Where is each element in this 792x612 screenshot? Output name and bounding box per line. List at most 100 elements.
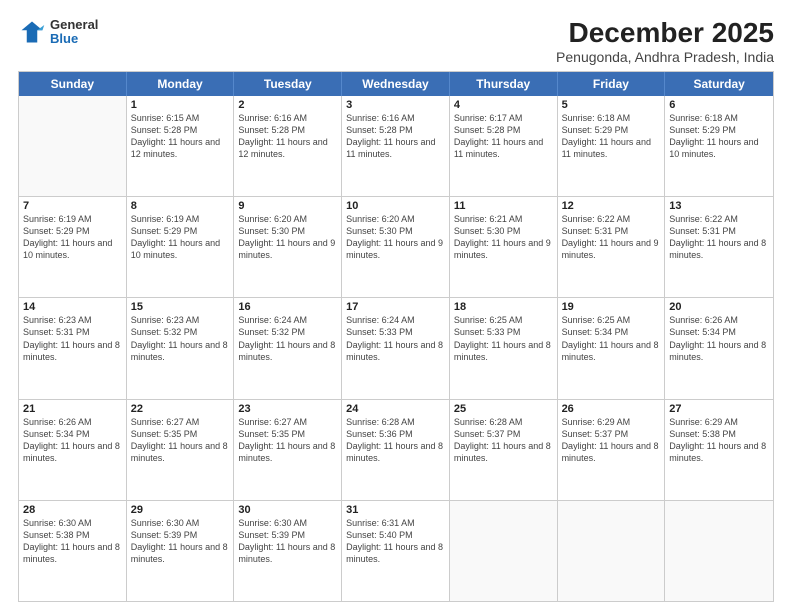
daylight-text: Daylight: 11 hours and 8 minutes. — [454, 440, 553, 464]
calendar-cell-1: 1Sunrise: 6:15 AMSunset: 5:28 PMDaylight… — [127, 96, 235, 196]
calendar: Sunday Monday Tuesday Wednesday Thursday… — [18, 71, 774, 602]
sunset-text: Sunset: 5:39 PM — [131, 529, 230, 541]
sunset-text: Sunset: 5:34 PM — [23, 428, 122, 440]
daylight-text: Daylight: 11 hours and 9 minutes. — [346, 237, 445, 261]
sunset-text: Sunset: 5:32 PM — [131, 326, 230, 338]
location: Penugonda, Andhra Pradesh, India — [556, 49, 774, 65]
calendar-cell-11: 11Sunrise: 6:21 AMSunset: 5:30 PMDayligh… — [450, 197, 558, 297]
daylight-text: Daylight: 11 hours and 8 minutes. — [454, 339, 553, 363]
sunset-text: Sunset: 5:37 PM — [562, 428, 661, 440]
calendar-cell-8: 8Sunrise: 6:19 AMSunset: 5:29 PMDaylight… — [127, 197, 235, 297]
calendar-row-4: 21Sunrise: 6:26 AMSunset: 5:34 PMDayligh… — [19, 399, 773, 500]
header-saturday: Saturday — [665, 72, 773, 96]
sunset-text: Sunset: 5:30 PM — [346, 225, 445, 237]
day-number: 31 — [346, 504, 445, 516]
calendar-cell-23: 23Sunrise: 6:27 AMSunset: 5:35 PMDayligh… — [234, 400, 342, 500]
page: General Blue December 2025 Penugonda, An… — [0, 0, 792, 612]
calendar-cell-22: 22Sunrise: 6:27 AMSunset: 5:35 PMDayligh… — [127, 400, 235, 500]
calendar-cell-10: 10Sunrise: 6:20 AMSunset: 5:30 PMDayligh… — [342, 197, 450, 297]
sunrise-text: Sunrise: 6:17 AM — [454, 112, 553, 124]
logo-icon — [18, 18, 46, 46]
calendar-cell-19: 19Sunrise: 6:25 AMSunset: 5:34 PMDayligh… — [558, 298, 666, 398]
sunrise-text: Sunrise: 6:29 AM — [562, 416, 661, 428]
calendar-cell-empty-4-6 — [665, 501, 773, 601]
calendar-cell-2: 2Sunrise: 6:16 AMSunset: 5:28 PMDaylight… — [234, 96, 342, 196]
sunrise-text: Sunrise: 6:29 AM — [669, 416, 769, 428]
daylight-text: Daylight: 11 hours and 8 minutes. — [238, 541, 337, 565]
sunset-text: Sunset: 5:36 PM — [346, 428, 445, 440]
sunrise-text: Sunrise: 6:21 AM — [454, 213, 553, 225]
sunrise-text: Sunrise: 6:16 AM — [238, 112, 337, 124]
header-thursday: Thursday — [450, 72, 558, 96]
calendar-cell-9: 9Sunrise: 6:20 AMSunset: 5:30 PMDaylight… — [234, 197, 342, 297]
calendar-cell-30: 30Sunrise: 6:30 AMSunset: 5:39 PMDayligh… — [234, 501, 342, 601]
daylight-text: Daylight: 11 hours and 8 minutes. — [346, 440, 445, 464]
day-number: 30 — [238, 504, 337, 516]
calendar-cell-6: 6Sunrise: 6:18 AMSunset: 5:29 PMDaylight… — [665, 96, 773, 196]
calendar-row-3: 14Sunrise: 6:23 AMSunset: 5:31 PMDayligh… — [19, 297, 773, 398]
sunset-text: Sunset: 5:28 PM — [454, 124, 553, 136]
sunrise-text: Sunrise: 6:19 AM — [23, 213, 122, 225]
daylight-text: Daylight: 11 hours and 8 minutes. — [669, 237, 769, 261]
daylight-text: Daylight: 11 hours and 12 minutes. — [238, 136, 337, 160]
day-number: 10 — [346, 200, 445, 212]
calendar-cell-14: 14Sunrise: 6:23 AMSunset: 5:31 PMDayligh… — [19, 298, 127, 398]
day-number: 24 — [346, 403, 445, 415]
logo: General Blue — [18, 18, 98, 47]
calendar-cell-4: 4Sunrise: 6:17 AMSunset: 5:28 PMDaylight… — [450, 96, 558, 196]
sunrise-text: Sunrise: 6:25 AM — [454, 314, 553, 326]
day-number: 21 — [23, 403, 122, 415]
daylight-text: Daylight: 11 hours and 8 minutes. — [23, 440, 122, 464]
sunrise-text: Sunrise: 6:27 AM — [131, 416, 230, 428]
sunset-text: Sunset: 5:29 PM — [562, 124, 661, 136]
day-number: 18 — [454, 301, 553, 313]
header-friday: Friday — [558, 72, 666, 96]
day-number: 23 — [238, 403, 337, 415]
day-number: 26 — [562, 403, 661, 415]
sunrise-text: Sunrise: 6:31 AM — [346, 517, 445, 529]
sunrise-text: Sunrise: 6:28 AM — [346, 416, 445, 428]
day-number: 19 — [562, 301, 661, 313]
calendar-cell-28: 28Sunrise: 6:30 AMSunset: 5:38 PMDayligh… — [19, 501, 127, 601]
calendar-body: 1Sunrise: 6:15 AMSunset: 5:28 PMDaylight… — [19, 96, 773, 601]
sunrise-text: Sunrise: 6:18 AM — [562, 112, 661, 124]
day-number: 8 — [131, 200, 230, 212]
sunset-text: Sunset: 5:40 PM — [346, 529, 445, 541]
header-tuesday: Tuesday — [234, 72, 342, 96]
sunset-text: Sunset: 5:35 PM — [238, 428, 337, 440]
day-number: 3 — [346, 99, 445, 111]
title-block: December 2025 Penugonda, Andhra Pradesh,… — [556, 18, 774, 65]
daylight-text: Daylight: 11 hours and 8 minutes. — [23, 541, 122, 565]
sunset-text: Sunset: 5:30 PM — [238, 225, 337, 237]
sunset-text: Sunset: 5:28 PM — [131, 124, 230, 136]
sunset-text: Sunset: 5:32 PM — [238, 326, 337, 338]
sunrise-text: Sunrise: 6:16 AM — [346, 112, 445, 124]
day-number: 12 — [562, 200, 661, 212]
daylight-text: Daylight: 11 hours and 8 minutes. — [669, 339, 769, 363]
calendar-cell-16: 16Sunrise: 6:24 AMSunset: 5:32 PMDayligh… — [234, 298, 342, 398]
daylight-text: Daylight: 11 hours and 8 minutes. — [238, 440, 337, 464]
sunset-text: Sunset: 5:38 PM — [23, 529, 122, 541]
sunrise-text: Sunrise: 6:30 AM — [131, 517, 230, 529]
sunrise-text: Sunrise: 6:22 AM — [669, 213, 769, 225]
daylight-text: Daylight: 11 hours and 9 minutes. — [238, 237, 337, 261]
header-wednesday: Wednesday — [342, 72, 450, 96]
sunset-text: Sunset: 5:33 PM — [346, 326, 445, 338]
day-number: 25 — [454, 403, 553, 415]
day-number: 13 — [669, 200, 769, 212]
calendar-row-5: 28Sunrise: 6:30 AMSunset: 5:38 PMDayligh… — [19, 500, 773, 601]
daylight-text: Daylight: 11 hours and 8 minutes. — [562, 440, 661, 464]
daylight-text: Daylight: 11 hours and 8 minutes. — [131, 541, 230, 565]
sunset-text: Sunset: 5:29 PM — [23, 225, 122, 237]
sunrise-text: Sunrise: 6:24 AM — [346, 314, 445, 326]
sunset-text: Sunset: 5:34 PM — [669, 326, 769, 338]
calendar-row-1: 1Sunrise: 6:15 AMSunset: 5:28 PMDaylight… — [19, 96, 773, 196]
sunrise-text: Sunrise: 6:19 AM — [131, 213, 230, 225]
daylight-text: Daylight: 11 hours and 9 minutes. — [562, 237, 661, 261]
calendar-cell-31: 31Sunrise: 6:31 AMSunset: 5:40 PMDayligh… — [342, 501, 450, 601]
header-sunday: Sunday — [19, 72, 127, 96]
calendar-cell-3: 3Sunrise: 6:16 AMSunset: 5:28 PMDaylight… — [342, 96, 450, 196]
sunrise-text: Sunrise: 6:23 AM — [23, 314, 122, 326]
logo-general-text: General — [50, 18, 98, 32]
sunrise-text: Sunrise: 6:23 AM — [131, 314, 230, 326]
